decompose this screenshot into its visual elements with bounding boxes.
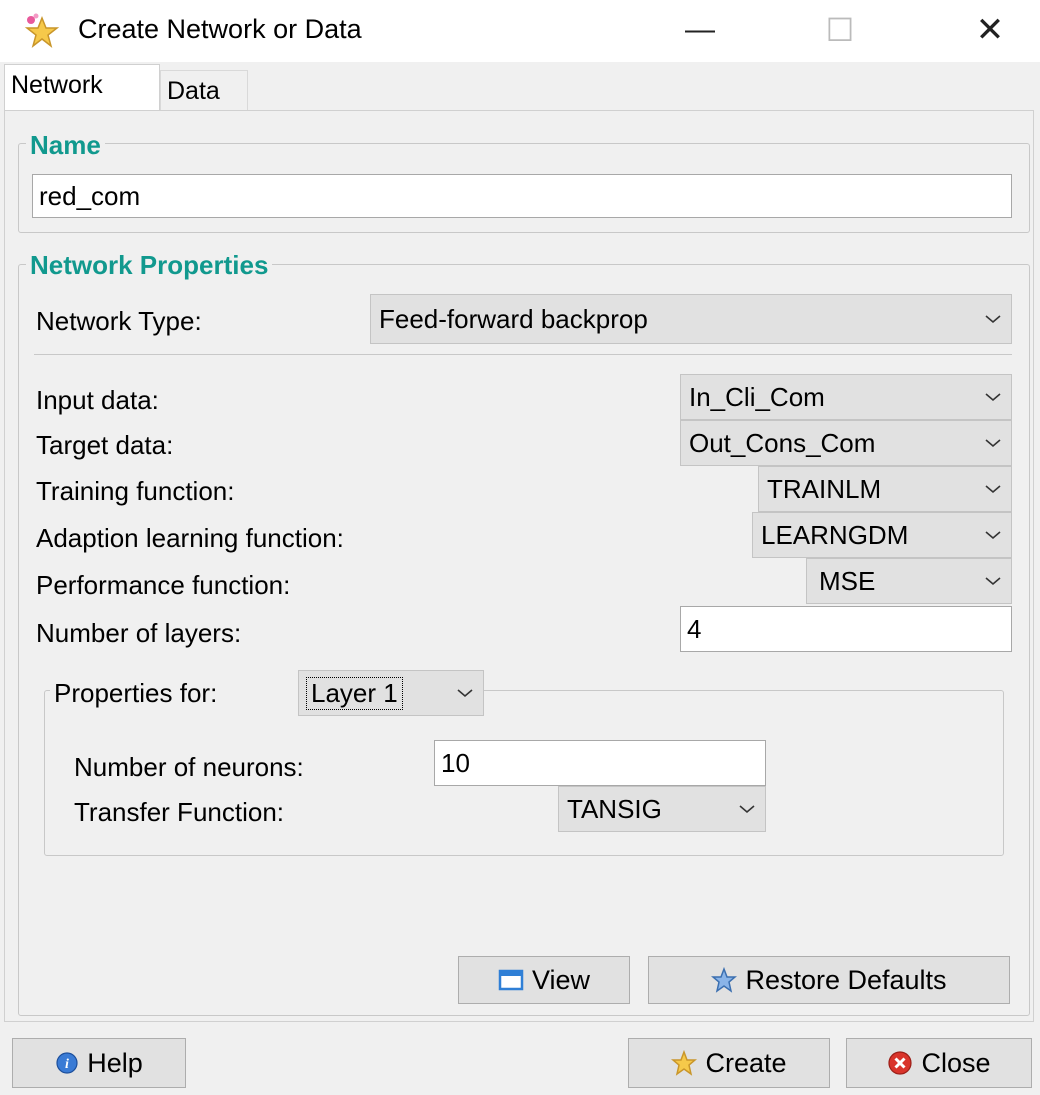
network-type-value: Feed-forward backprop (379, 303, 648, 334)
info-icon: i (56, 1052, 78, 1074)
star-icon (671, 1050, 698, 1076)
close-window-button[interactable]: ✕ (960, 6, 1020, 54)
layer-select[interactable]: Layer 1 (298, 670, 484, 716)
chevron-down-icon (739, 805, 755, 814)
view-button[interactable]: View (458, 956, 630, 1004)
chevron-down-icon (985, 393, 1001, 402)
input-data-select[interactable]: In_Cli_Com (680, 374, 1012, 420)
create-button-label: Create (705, 1047, 787, 1078)
performance-function-select[interactable]: MSE (806, 558, 1012, 604)
number-of-layers-label: Number of layers: (36, 618, 242, 648)
training-function-select[interactable]: TRAINLM (758, 466, 1012, 512)
restore-defaults-button[interactable]: Restore Defaults (648, 956, 1010, 1004)
star-icon (711, 967, 738, 993)
minimize-button[interactable]: — (670, 6, 730, 54)
tab-data[interactable]: Data (160, 70, 248, 110)
create-button[interactable]: Create (628, 1038, 830, 1088)
transfer-function-select[interactable]: TANSIG (558, 786, 766, 832)
close-button-label: Close (921, 1047, 991, 1078)
chevron-down-icon (985, 577, 1001, 586)
window-icon (498, 969, 524, 991)
target-data-select[interactable]: Out_Cons_Com (680, 420, 1012, 466)
network-type-select[interactable]: Feed-forward backprop (370, 294, 1012, 344)
restore-defaults-label: Restore Defaults (745, 964, 947, 995)
training-function-value: TRAINLM (767, 473, 882, 504)
maximize-button[interactable]: ☐ (810, 6, 870, 54)
help-button[interactable]: i Help (12, 1038, 186, 1088)
network-type-label: Network Type: (36, 306, 202, 336)
window-title: Create Network or Data (78, 14, 362, 44)
chevron-down-icon (457, 689, 473, 698)
performance-function-label: Performance function: (36, 570, 291, 600)
adaption-learning-select[interactable]: LEARNGDM (752, 512, 1012, 558)
divider (34, 354, 1012, 355)
target-data-value: Out_Cons_Com (689, 427, 876, 458)
close-button[interactable]: Close (846, 1038, 1032, 1088)
chevron-down-icon (985, 531, 1001, 540)
name-group-title: Name (26, 130, 105, 161)
properties-for-label: Properties for: (54, 678, 218, 708)
view-button-label: View (531, 964, 591, 995)
help-button-label: Help (87, 1047, 143, 1078)
adaption-learning-value: LEARNGDM (761, 519, 909, 550)
chevron-down-icon (985, 485, 1001, 494)
svg-text:i: i (65, 1057, 69, 1072)
adaption-learning-label: Adaption learning function: (36, 523, 344, 553)
app-star-icon (22, 12, 62, 52)
input-data-label: Input data: (36, 385, 159, 415)
number-of-layers-input[interactable]: 4 (680, 606, 1012, 652)
chevron-down-icon (985, 439, 1001, 448)
tab-network[interactable]: Network (4, 64, 160, 110)
close-circle-icon (888, 1051, 913, 1075)
performance-function-value: MSE (819, 565, 876, 596)
input-data-value: In_Cli_Com (689, 381, 825, 412)
chevron-down-icon (985, 315, 1001, 324)
layer-select-value: Layer 1 (306, 676, 403, 710)
training-function-label: Training function: (36, 476, 235, 506)
transfer-function-value: TANSIG (567, 793, 662, 824)
transfer-function-label: Transfer Function: (74, 797, 285, 827)
name-input[interactable]: red_com (32, 174, 1012, 218)
number-of-neurons-label: Number of neurons: (74, 752, 304, 782)
network-properties-title: Network Properties (26, 250, 273, 281)
target-data-label: Target data: (36, 430, 174, 460)
number-of-neurons-input[interactable]: 10 (434, 740, 766, 786)
